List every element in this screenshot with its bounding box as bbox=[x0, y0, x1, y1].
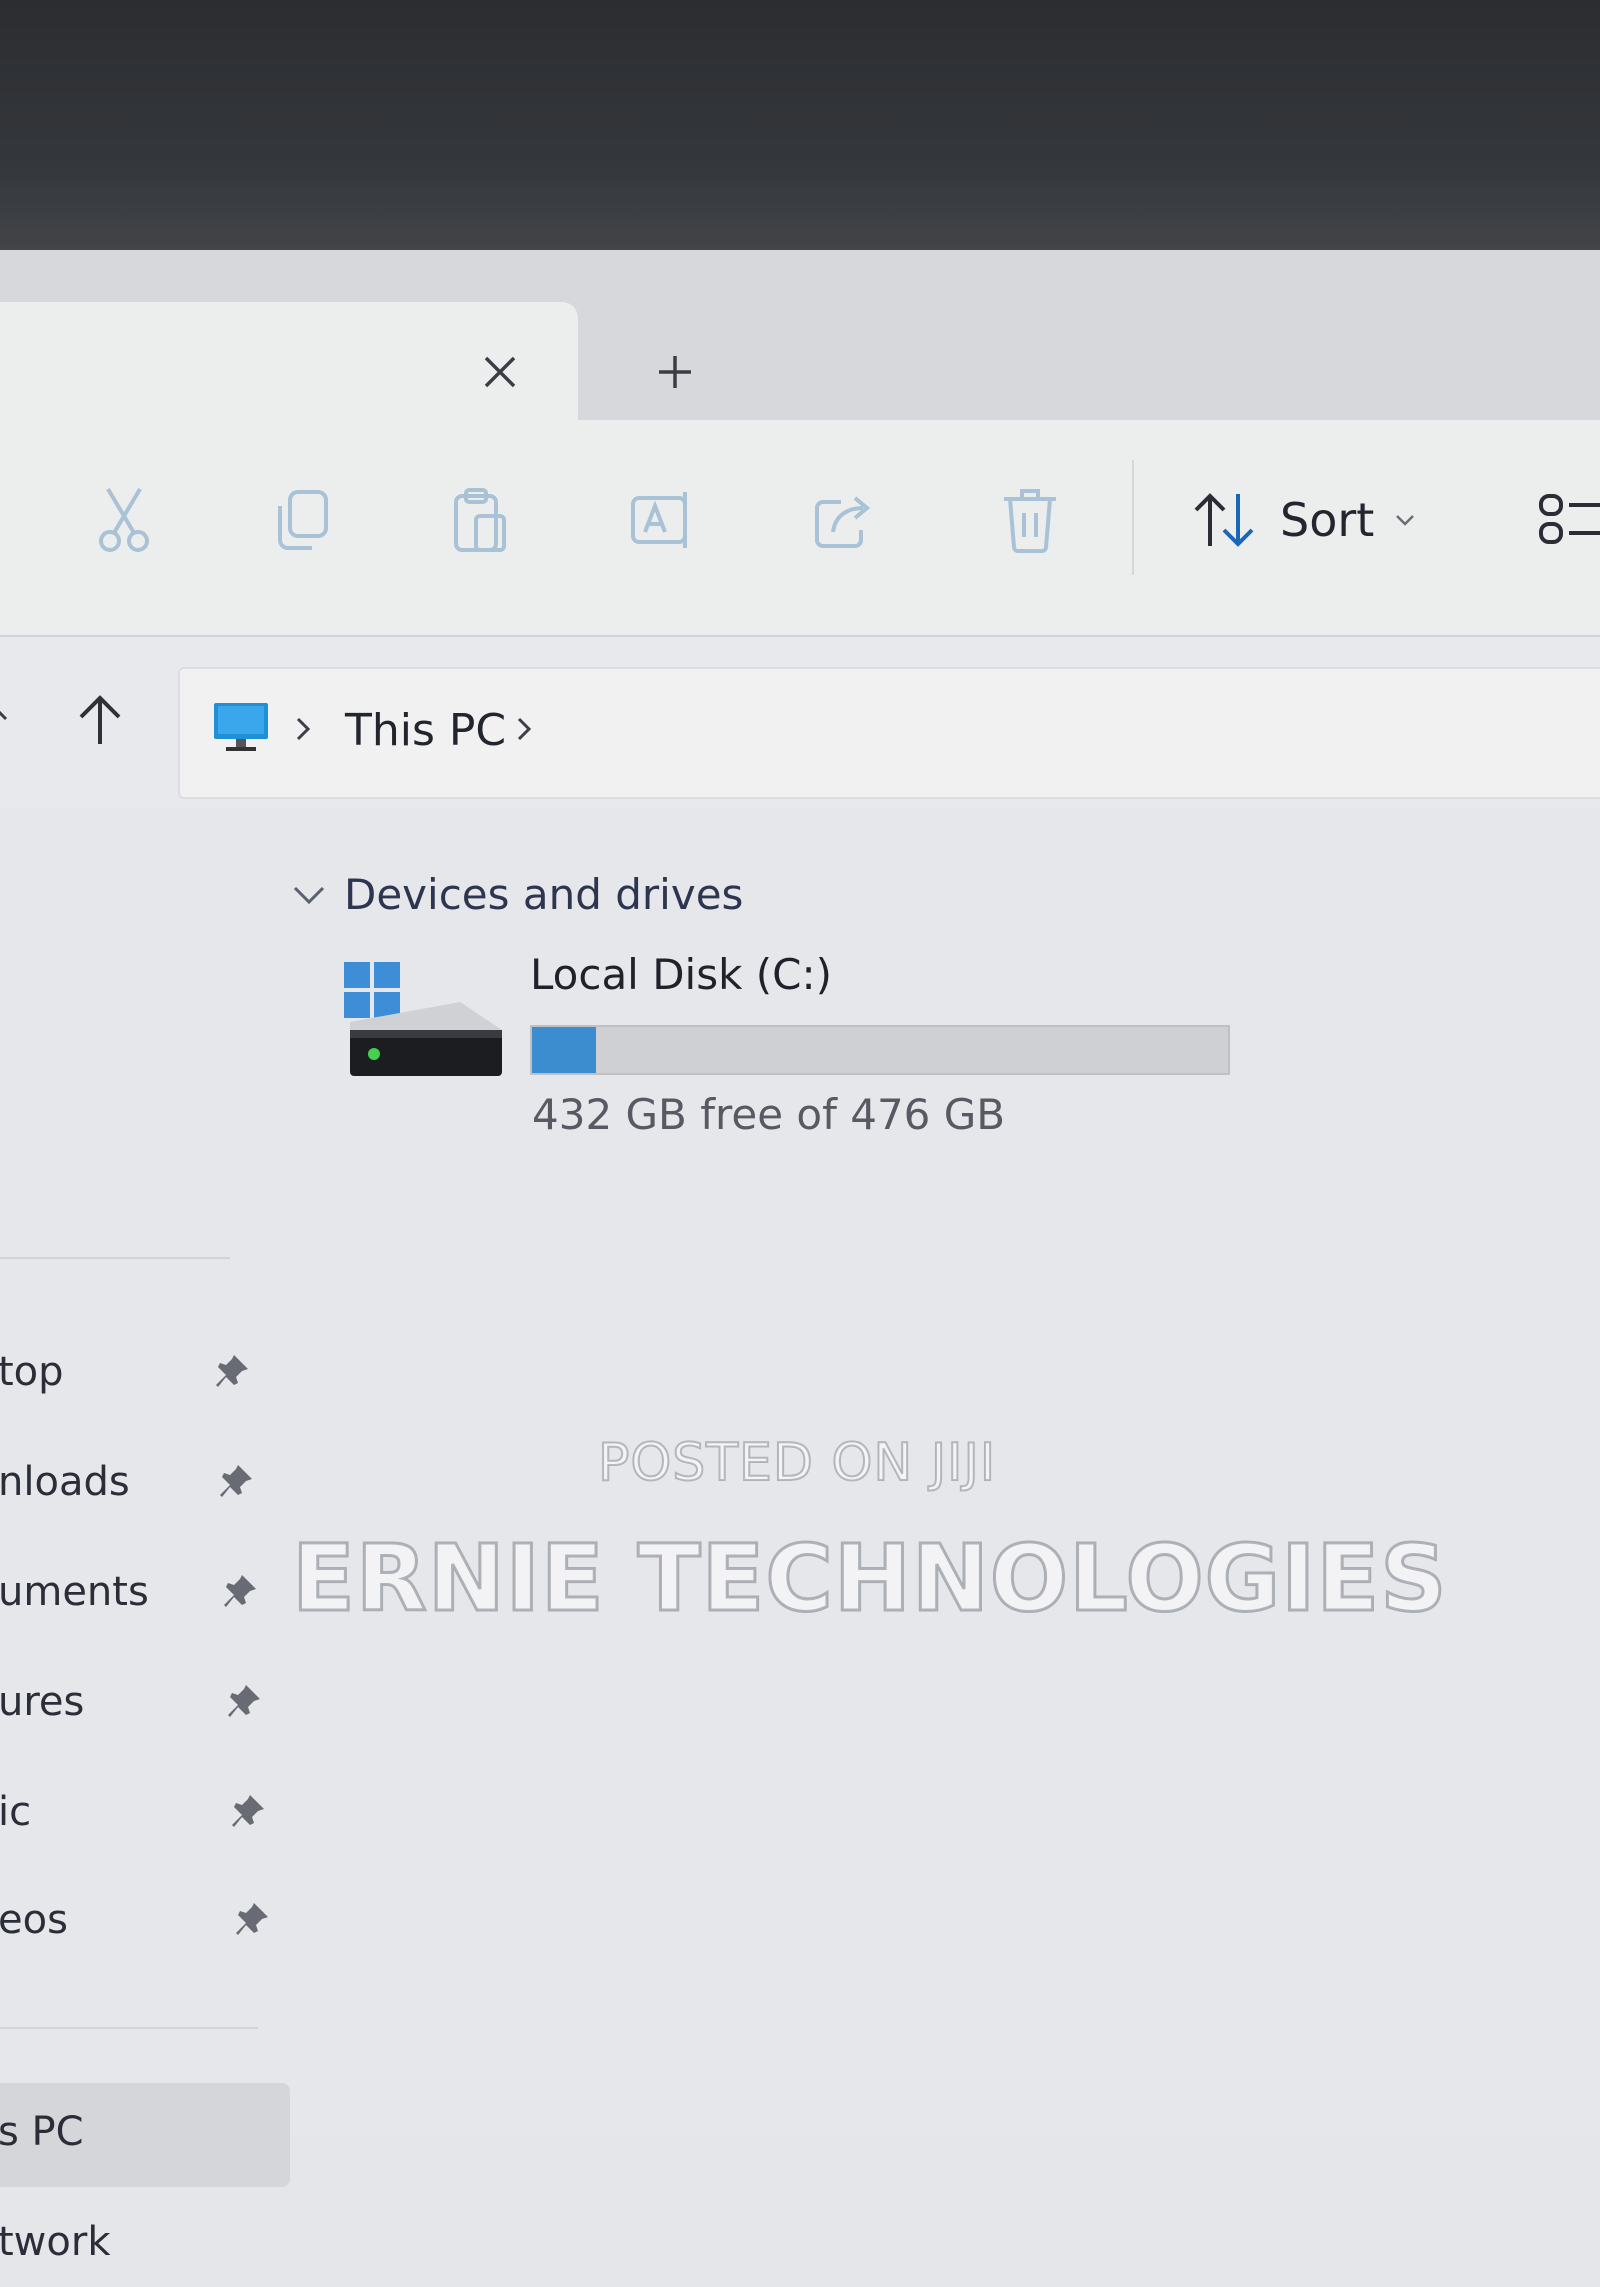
delete-icon bbox=[1004, 489, 1056, 553]
sort-button[interactable]: Sort bbox=[1190, 478, 1416, 562]
chevron-down-icon[interactable] bbox=[0, 697, 14, 737]
pin-icon[interactable] bbox=[220, 1571, 260, 1611]
sidebar-item-music[interactable]: ic bbox=[0, 1777, 290, 1857]
watermark-ernie-technologies: ERNIE TECHNOLOGIES bbox=[291, 1524, 1449, 1634]
chevron-down-icon[interactable] bbox=[292, 884, 326, 906]
tab-this-pc[interactable] bbox=[0, 302, 578, 420]
sidebar-item-label: eos bbox=[0, 1897, 68, 1943]
view-icon bbox=[1539, 494, 1600, 544]
navigation-pane: top nloads uments ures ic eos s PC twork bbox=[0, 807, 290, 2265]
drive-tile-local-disk-c[interactable]: Local Disk (C:) 432 GB free of 476 GB bbox=[340, 950, 1240, 1139]
share-icon bbox=[815, 496, 871, 548]
delete-button[interactable] bbox=[990, 480, 1070, 560]
sidebar-item-label: ic bbox=[0, 1789, 32, 1835]
sidebar-item-label: top bbox=[0, 1349, 64, 1395]
sidebar-item-label: ures bbox=[0, 1679, 85, 1725]
pin-icon[interactable] bbox=[212, 1351, 252, 1391]
sort-label: Sort bbox=[1280, 493, 1375, 547]
address-bar[interactable]: This PC bbox=[178, 667, 1600, 799]
sort-icon bbox=[1194, 493, 1254, 547]
pin-icon[interactable] bbox=[232, 1899, 272, 1939]
section-devices-and-drives[interactable]: Devices and drives bbox=[292, 870, 743, 919]
sidebar-item-this-pc[interactable]: s PC bbox=[0, 2083, 290, 2187]
cut-button[interactable] bbox=[84, 480, 164, 560]
copy-icon bbox=[278, 490, 328, 550]
drive-free-space: 432 GB free of 476 GB bbox=[532, 1090, 1006, 1139]
chevron-right-icon[interactable] bbox=[292, 709, 316, 749]
sidebar-item-documents[interactable]: uments bbox=[0, 1557, 290, 1637]
sidebar-item-network[interactable]: twork bbox=[0, 2207, 290, 2287]
drive-usage-fill bbox=[532, 1027, 597, 1073]
pin-icon[interactable] bbox=[224, 1681, 264, 1721]
monitor-icon bbox=[214, 703, 268, 751]
pin-icon[interactable] bbox=[216, 1461, 256, 1501]
sidebar-item-label: twork bbox=[0, 2219, 111, 2265]
sidebar-divider bbox=[0, 1257, 230, 1259]
pin-icon[interactable] bbox=[228, 1791, 268, 1831]
sidebar-item-label: s PC bbox=[0, 2109, 84, 2155]
rename-button[interactable] bbox=[622, 480, 702, 560]
watermark-posted-on-jiji: POSTED ON JIJI bbox=[597, 1432, 997, 1494]
sidebar-item-label: nloads bbox=[0, 1459, 130, 1505]
tab-strip bbox=[0, 250, 1600, 420]
sidebar-item-pictures[interactable]: ures bbox=[0, 1667, 290, 1747]
rename-icon bbox=[631, 492, 687, 548]
sidebar-item-desktop[interactable]: top bbox=[0, 1337, 290, 1417]
chevron-right-icon[interactable] bbox=[513, 709, 537, 749]
file-explorer-window: Sort This PC top nloads uments ures ic e… bbox=[0, 250, 1600, 2265]
sidebar-divider bbox=[0, 2027, 258, 2029]
paste-icon bbox=[454, 488, 506, 552]
section-title: Devices and drives bbox=[344, 870, 744, 919]
new-tab-button[interactable] bbox=[645, 342, 705, 402]
close-icon[interactable] bbox=[470, 342, 530, 402]
sidebar-item-downloads[interactable]: nloads bbox=[0, 1447, 290, 1527]
arrow-up-icon bbox=[79, 695, 121, 744]
hard-drive-icon bbox=[344, 962, 502, 1076]
cut-icon bbox=[99, 487, 149, 552]
copy-button[interactable] bbox=[262, 480, 342, 560]
view-button[interactable] bbox=[1535, 478, 1600, 562]
paste-button[interactable] bbox=[440, 480, 520, 560]
share-button[interactable] bbox=[804, 480, 884, 560]
sidebar-item-videos[interactable]: eos bbox=[0, 1885, 290, 1965]
breadcrumb-this-pc[interactable]: This PC bbox=[345, 705, 506, 756]
command-bar: Sort bbox=[0, 420, 1600, 637]
chevron-down-icon bbox=[1396, 515, 1415, 526]
plus-icon bbox=[659, 356, 691, 388]
up-button[interactable] bbox=[65, 685, 135, 755]
navigation-row: This PC bbox=[0, 637, 1600, 807]
toolbar-separator bbox=[1132, 460, 1134, 575]
drive-usage-bar bbox=[530, 1025, 1230, 1075]
drive-name: Local Disk (C:) bbox=[530, 950, 833, 999]
sidebar-item-label: uments bbox=[0, 1569, 149, 1615]
